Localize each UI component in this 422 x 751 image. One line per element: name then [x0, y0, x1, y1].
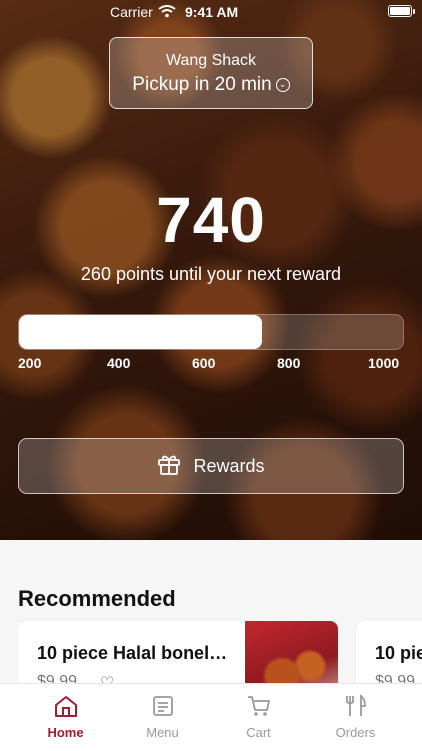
store-name: Wang Shack [165, 52, 257, 69]
status-bar: Carrier 9:41 AM [0, 0, 422, 24]
tab-orders[interactable]: Orders [303, 684, 408, 751]
tab-cart[interactable]: Cart [206, 684, 311, 751]
chevron-down-icon: ⌄ [275, 77, 290, 92]
pickup-label: Pickup in 20 min [132, 74, 272, 95]
product-card[interactable]: 10 piece Halal bonel… $9.99 ♡ [18, 621, 338, 691]
tick-label: 600 [192, 355, 216, 371]
rewards-progress-bar [18, 314, 404, 350]
product-card[interactable]: 10 pie $9.99 [356, 621, 422, 691]
carrier-label: Carrier [110, 4, 153, 20]
points-total: 740 [156, 184, 266, 256]
progress-ticks: 200 400 600 800 1000 [18, 355, 404, 373]
product-image [245, 621, 338, 691]
section-title-recommended: Recommended [18, 586, 176, 611]
tab-orders-label: Orders [335, 725, 376, 740]
orders-icon [344, 694, 368, 722]
tick-label: 200 [18, 355, 42, 371]
rewards-button-label: Rewards [193, 455, 265, 476]
menu-icon [151, 696, 175, 722]
cart-icon [246, 696, 272, 722]
pickup-time: Pickup in 20 min ⌄ [110, 74, 312, 96]
product-title: 10 pie [375, 643, 422, 663]
tick-label: 400 [107, 355, 131, 371]
bottom-tab-bar: Home Menu Cart Orders [0, 683, 422, 751]
hero-background: Carrier 9:41 AM Wang Shack Pickup in 20 … [0, 0, 422, 540]
product-title: 10 piece Halal bonel… [37, 643, 228, 663]
store-selector-button[interactable]: Wang Shack Pickup in 20 min ⌄ [109, 37, 313, 109]
tick-label: 800 [277, 355, 301, 371]
tab-cart-label: Cart [246, 725, 271, 740]
rewards-button[interactable]: Rewards [18, 438, 404, 494]
points-until-reward: 260 points until your next reward [80, 264, 342, 284]
rewards-progress-fill [19, 315, 263, 349]
tick-label: 1000 [368, 355, 400, 371]
gift-icon [157, 453, 181, 480]
tab-home[interactable]: Home [13, 684, 118, 751]
wifi-icon [158, 4, 176, 21]
tab-menu-label: Menu [146, 725, 179, 740]
status-time: 9:41 AM [185, 4, 239, 20]
recommended-carousel[interactable]: 10 piece Halal bonel… $9.99 ♡ 10 pie $9.… [18, 621, 422, 691]
home-icon [53, 696, 79, 722]
battery-icon [388, 5, 415, 17]
tab-home-label: Home [47, 725, 84, 740]
tab-menu[interactable]: Menu [110, 684, 215, 751]
